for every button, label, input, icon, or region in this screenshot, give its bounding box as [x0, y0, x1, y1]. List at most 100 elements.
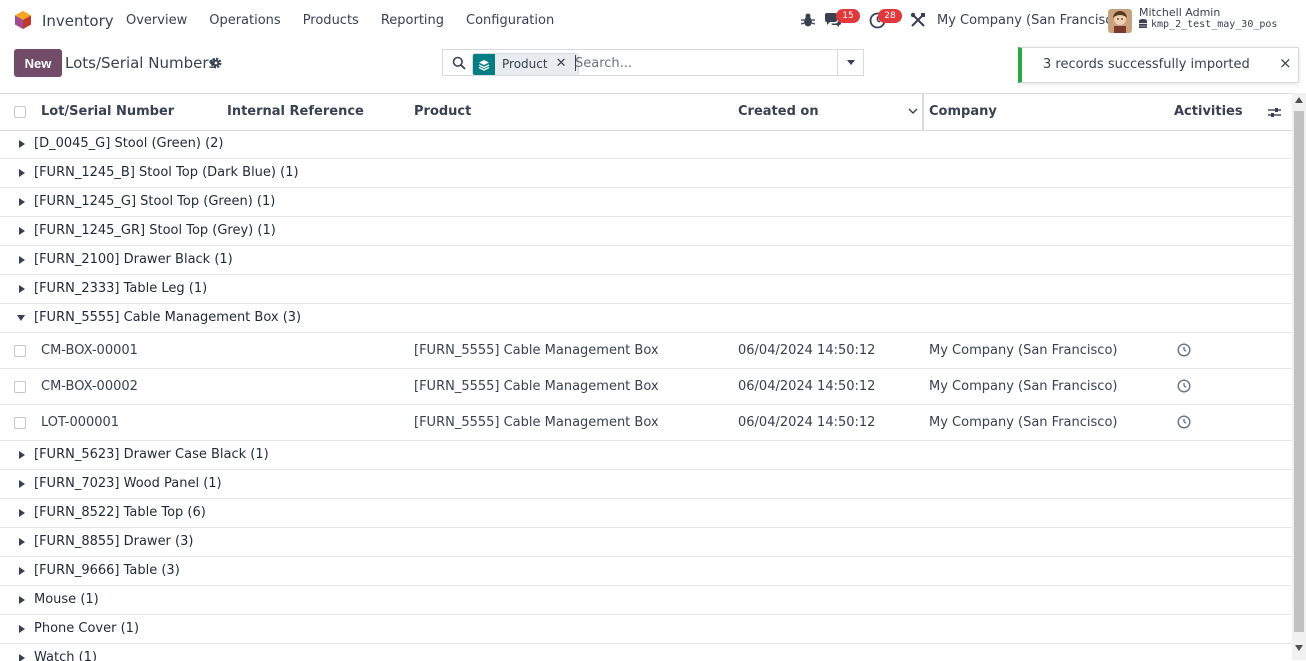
table-row[interactable]: CM-BOX-00001 [FURN_5555] Cable Managemen…: [0, 333, 1292, 369]
caret-down-icon: [17, 315, 25, 321]
menu-configuration[interactable]: Configuration: [466, 13, 554, 28]
developer-tools-icon[interactable]: [910, 12, 926, 28]
cell-product[interactable]: [FURN_5555] Cable Management Box: [414, 379, 659, 394]
database-icon: [1139, 19, 1147, 28]
lots-list-view: Lot/Serial Number Internal Reference Pro…: [0, 93, 1292, 661]
search-options-toggle[interactable]: [837, 49, 864, 76]
caret-right-icon: [19, 480, 25, 488]
column-resize-handle[interactable]: [922, 94, 924, 130]
caret-right-icon: [19, 538, 25, 546]
select-all-checkbox[interactable]: [14, 106, 26, 118]
scrollbar-thumb[interactable]: [1294, 111, 1304, 632]
group-row[interactable]: [FURN_8855] Drawer (3): [0, 528, 1292, 557]
col-product[interactable]: Product: [414, 104, 471, 119]
inventory-app-icon[interactable]: [14, 11, 32, 29]
search-input[interactable]: [575, 54, 830, 72]
activity-clock-icon[interactable]: [1177, 343, 1191, 357]
activity-clock-icon[interactable]: [1177, 379, 1191, 393]
new-button[interactable]: New: [14, 49, 62, 77]
group-label: [FURN_1245_B] Stool Top (Dark Blue) (1): [34, 165, 299, 180]
caret-right-icon: [19, 198, 25, 206]
scroll-down-arrow-icon[interactable]: [1295, 645, 1303, 651]
bug-icon[interactable]: [801, 12, 815, 28]
activities-badge: 28: [878, 9, 902, 23]
group-label: [FURN_5555] Cable Management Box (3): [34, 310, 302, 325]
menu-operations[interactable]: Operations: [209, 13, 280, 28]
group-label: [FURN_1245_G] Stool Top (Green) (1): [34, 194, 276, 209]
cell-lot[interactable]: CM-BOX-00002: [41, 379, 138, 394]
group-by-layers-icon: [473, 54, 495, 75]
caret-right-icon: [19, 169, 25, 177]
caret-down-icon: [846, 60, 855, 65]
caret-right-icon: [19, 256, 25, 264]
cell-product[interactable]: [FURN_5555] Cable Management Box: [414, 343, 659, 358]
group-row[interactable]: [FURN_2100] Drawer Black (1): [0, 246, 1292, 275]
menu-overview[interactable]: Overview: [126, 13, 187, 28]
col-created-on[interactable]: Created on: [738, 104, 819, 119]
group-label: [FURN_1245_GR] Stool Top (Grey) (1): [34, 223, 276, 238]
database-name: kmp_2_test_may_30_pos: [1139, 19, 1277, 30]
table-row[interactable]: LOT-000001 [FURN_5555] Cable Management …: [0, 405, 1292, 441]
company-switcher[interactable]: My Company (San Francisco): [937, 13, 1125, 28]
group-row[interactable]: Watch (1): [0, 644, 1292, 661]
col-company[interactable]: Company: [929, 104, 997, 119]
top-navbar: Inventory Overview Operations Products R…: [0, 0, 1306, 41]
caret-right-icon: [19, 509, 25, 517]
sort-descending-icon[interactable]: [908, 107, 918, 115]
menu-products[interactable]: Products: [303, 13, 359, 28]
group-row[interactable]: Phone Cover (1): [0, 615, 1292, 644]
caret-right-icon: [19, 451, 25, 459]
scroll-up-arrow-icon[interactable]: [1295, 97, 1303, 103]
cell-company[interactable]: My Company (San Francisco): [929, 343, 1117, 358]
main-menu: Overview Operations Products Reporting C…: [126, 13, 554, 28]
table-header: Lot/Serial Number Internal Reference Pro…: [0, 94, 1292, 131]
app-name[interactable]: Inventory: [42, 12, 114, 30]
search-facet-product: Product ✕: [472, 53, 579, 76]
group-row[interactable]: [FURN_2333] Table Leg (1): [0, 275, 1292, 304]
cell-lot[interactable]: CM-BOX-00001: [41, 343, 138, 358]
group-label: [FURN_5623] Drawer Case Black (1): [34, 447, 269, 462]
group-row[interactable]: [FURN_8522] Table Top (6): [0, 499, 1292, 528]
menu-reporting[interactable]: Reporting: [381, 13, 444, 28]
group-row[interactable]: [D_0045_G] Stool (Green) (2): [0, 130, 1292, 159]
col-lot-serial[interactable]: Lot/Serial Number: [41, 104, 174, 119]
group-label: [FURN_2100] Drawer Black (1): [34, 252, 233, 267]
group-row[interactable]: [FURN_1245_GR] Stool Top (Grey) (1): [0, 217, 1292, 246]
group-row[interactable]: [FURN_1245_B] Stool Top (Dark Blue) (1): [0, 159, 1292, 188]
activity-clock-icon[interactable]: [1177, 415, 1191, 429]
cell-created[interactable]: 06/04/2024 14:50:12: [738, 415, 875, 430]
group-row-expanded[interactable]: [FURN_5555] Cable Management Box (3): [0, 304, 1292, 333]
caret-right-icon: [19, 567, 25, 575]
row-checkbox[interactable]: [14, 417, 26, 429]
group-label: Watch (1): [34, 650, 98, 661]
notification-message: 3 records successfully imported: [1043, 57, 1250, 72]
user-avatar[interactable]: [1108, 9, 1132, 33]
notification-close-icon[interactable]: ×: [1279, 54, 1292, 72]
user-name[interactable]: Mitchell Admin: [1139, 6, 1220, 19]
cell-product[interactable]: [FURN_5555] Cable Management Box: [414, 415, 659, 430]
group-label: [FURN_9666] Table (3): [34, 563, 180, 578]
group-label: [FURN_8855] Drawer (3): [34, 534, 194, 549]
group-label: Mouse (1): [34, 592, 99, 607]
table-row[interactable]: CM-BOX-00002 [FURN_5555] Cable Managemen…: [0, 369, 1292, 405]
optional-columns-icon[interactable]: [1268, 106, 1281, 119]
row-checkbox[interactable]: [14, 381, 26, 393]
group-row[interactable]: [FURN_9666] Table (3): [0, 557, 1292, 586]
caret-right-icon: [19, 625, 25, 633]
col-activities[interactable]: Activities: [1174, 104, 1243, 119]
cell-company[interactable]: My Company (San Francisco): [929, 415, 1117, 430]
cell-company[interactable]: My Company (San Francisco): [929, 379, 1117, 394]
gear-icon[interactable]: [210, 57, 222, 69]
caret-right-icon: [19, 285, 25, 293]
col-internal-reference[interactable]: Internal Reference: [227, 104, 364, 119]
cell-created[interactable]: 06/04/2024 14:50:12: [738, 379, 875, 394]
cell-lot[interactable]: LOT-000001: [41, 415, 119, 430]
group-row[interactable]: [FURN_5623] Drawer Case Black (1): [0, 441, 1292, 470]
group-row[interactable]: [FURN_1245_G] Stool Top (Green) (1): [0, 188, 1292, 217]
cell-created[interactable]: 06/04/2024 14:50:12: [738, 343, 875, 358]
row-checkbox[interactable]: [14, 345, 26, 357]
facet-remove-icon[interactable]: ✕: [556, 54, 572, 75]
group-label: [FURN_2333] Table Leg (1): [34, 281, 208, 296]
group-row[interactable]: [FURN_7023] Wood Panel (1): [0, 470, 1292, 499]
group-row[interactable]: Mouse (1): [0, 586, 1292, 615]
